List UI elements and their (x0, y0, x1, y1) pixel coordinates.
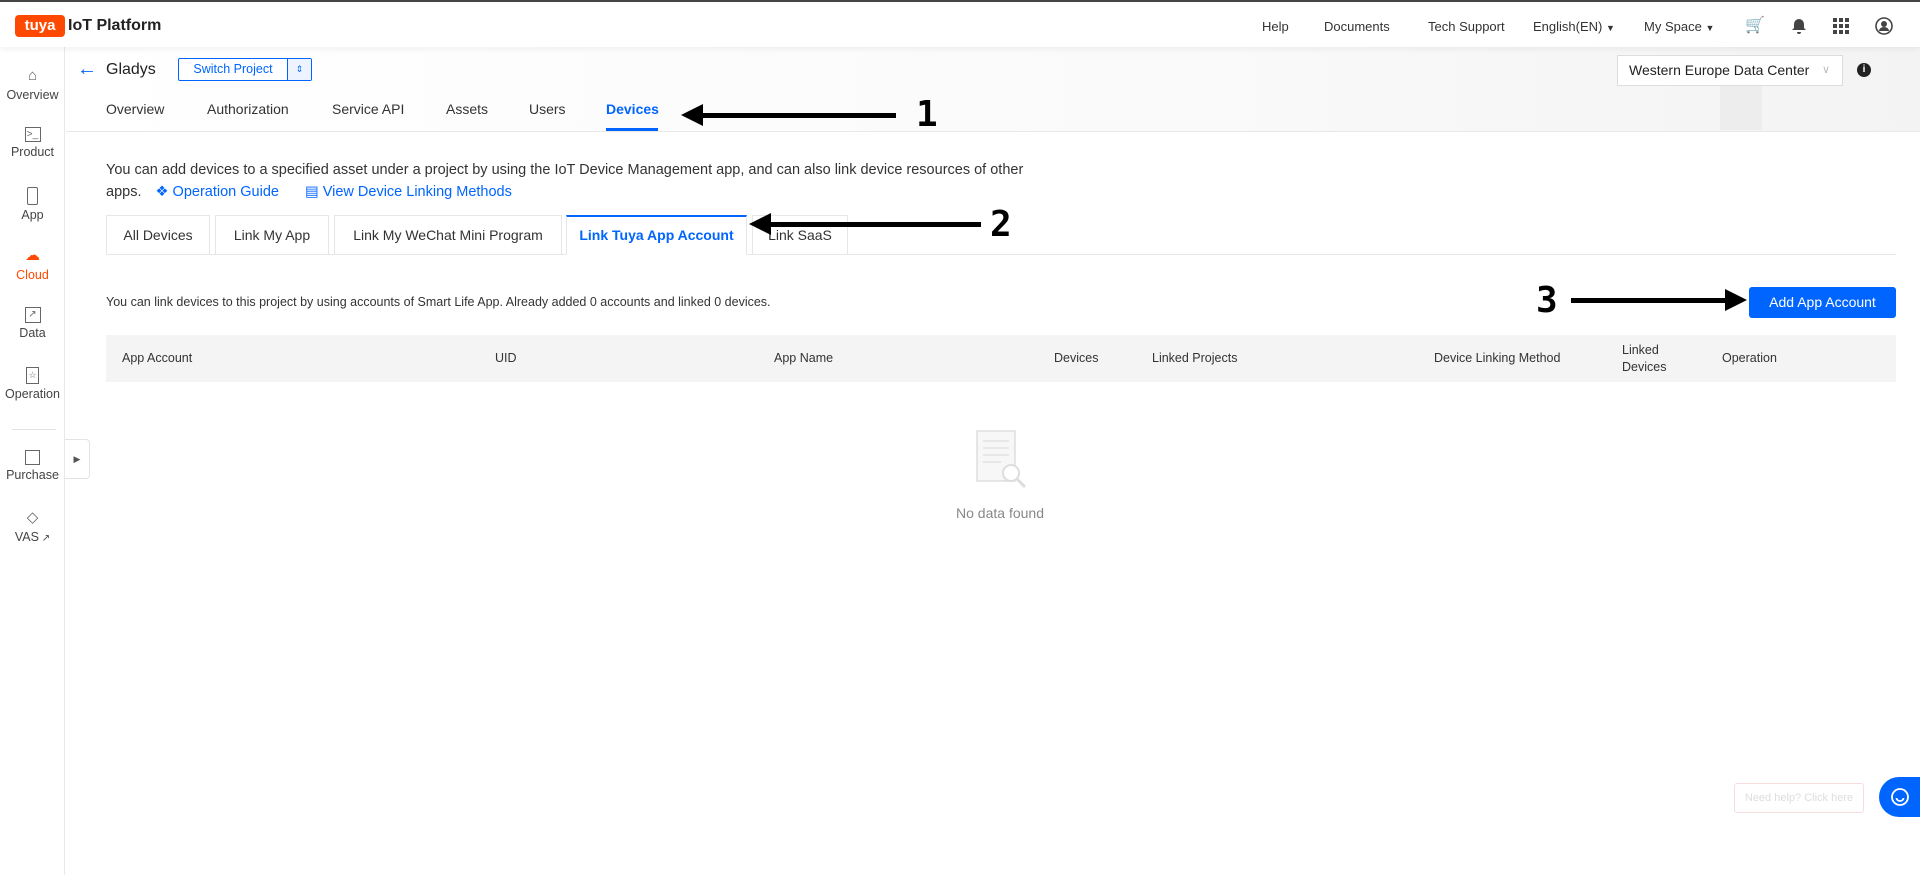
annotation-arrow-2 (749, 213, 981, 235)
sidebar-label: Data (19, 326, 46, 340)
description-line: You can add devices to a specified asset… (106, 162, 1024, 178)
chevron-down-icon: ∨ (1821, 64, 1830, 76)
sidebar-label: VAS (14, 530, 39, 544)
help-prompt[interactable]: Need help? Click here (1734, 783, 1864, 813)
column-header-app-name: App Name (774, 351, 834, 366)
sidebar-label: Cloud (16, 268, 49, 282)
tab-service-api[interactable]: Service API (332, 101, 404, 117)
annotation-number-1: 1 (916, 94, 938, 135)
annotation-number-3: 3 (1536, 280, 1558, 321)
sidebar-item-overview[interactable]: ⌂ Overview (0, 67, 65, 102)
column-header-app-account: App Account (122, 351, 193, 366)
tab-assets[interactable]: Assets (446, 101, 488, 117)
help-link[interactable]: Help (1262, 19, 1289, 34)
home-icon: ⌂ (27, 67, 38, 84)
documents-link[interactable]: Documents (1324, 19, 1390, 34)
document-icon: ▤ (304, 184, 319, 200)
tuya-logo[interactable]: tuya (15, 15, 65, 37)
top-bar: tuya IoT Platform Help Documents Tech Su… (0, 4, 1920, 47)
switch-project-label: Switch Project (193, 62, 273, 76)
link-info-text: You can link devices to this project by … (106, 295, 771, 309)
data-center-value: Western Europe Data Center (1629, 62, 1810, 78)
user-avatar-icon[interactable] (1875, 17, 1893, 35)
tech-support-link[interactable]: Tech Support (1428, 19, 1505, 34)
support-chat-button[interactable] (1879, 777, 1920, 817)
sidebar-item-data[interactable]: ↗ Data (0, 307, 65, 340)
chat-smile-icon (1890, 788, 1909, 806)
sidebar-label: Product (10, 145, 55, 159)
operation-guide-label: Operation Guide (172, 184, 279, 200)
sidebar-label: App (21, 208, 44, 222)
language-dropdown[interactable]: English(EN) ▼ (1533, 19, 1615, 34)
chart-icon: ↗ (24, 307, 41, 323)
view-linking-methods-link[interactable]: ▤ View Device Linking Methods (305, 184, 512, 200)
column-header-devices: Devices (1054, 351, 1099, 366)
data-center-select[interactable]: Western Europe Data Center ∨ (1617, 55, 1843, 86)
description-line: apps. (106, 184, 142, 200)
devices-description: You can add devices to a specified asset… (106, 159, 1046, 203)
header-decoration (1720, 85, 1762, 130)
external-link-icon: ↗ (38, 533, 51, 544)
empty-state-text: No data found (956, 505, 1044, 521)
sidebar-label: Overview (6, 88, 59, 102)
sidebar-item-cloud[interactable]: ☁ Cloud (0, 247, 65, 282)
annotation-arrow-1 (681, 104, 896, 126)
switch-project-button[interactable]: Switch Project ⇕ (178, 58, 312, 81)
sidebar-item-app[interactable]: App (0, 187, 65, 222)
my-space-dropdown[interactable]: My Space ▼ (1644, 19, 1714, 34)
tab-overview[interactable]: Overview (106, 101, 164, 117)
app-title: IoT Platform (68, 17, 162, 34)
my-space-label: My Space (1644, 19, 1702, 34)
sidebar-item-product[interactable]: >_ Product (0, 127, 65, 159)
sidebar-expand-toggle[interactable]: ▶ (65, 439, 90, 479)
terminal-icon: >_ (24, 127, 41, 142)
empty-data-icon (975, 429, 1029, 496)
project-name: Gladys (106, 61, 156, 78)
sidebar-item-purchase[interactable]: Purchase (0, 450, 65, 482)
view-linking-methods-label: View Device Linking Methods (322, 184, 512, 200)
subtab-link-tuya-app-account[interactable]: Link Tuya App Account (566, 215, 747, 255)
column-header-operation: Operation (1722, 351, 1777, 366)
tab-users[interactable]: Users (529, 101, 566, 117)
subtab-all-devices[interactable]: All Devices (106, 215, 210, 255)
tab-devices[interactable]: Devices (606, 101, 659, 117)
sidebar-item-vas[interactable]: ◇ VAS ↗ (0, 509, 65, 544)
sidebar-label: Operation (5, 387, 60, 401)
switch-chevron-icon: ⇕ (287, 59, 311, 80)
column-header-linked-devices: Linked Devices (1622, 342, 1667, 374)
annotation-number-2: 2 (990, 204, 1012, 245)
column-header-uid: UID (495, 351, 517, 366)
cloud-icon: ☁ (25, 247, 40, 264)
guide-icon: ❖ (155, 184, 169, 200)
sidebar-divider (12, 429, 56, 430)
bookmark-star-icon: ☆ (26, 367, 39, 384)
sidebar: ⌂ Overview >_ Product App ☁ Cloud ↗ Data ☆ Op… (0, 47, 65, 875)
tab-authorization[interactable]: Authorization (207, 101, 289, 117)
column-header-device-linking-method: Device Linking Method (1434, 351, 1561, 366)
column-header-linked-projects: Linked Projects (1152, 351, 1238, 366)
subtab-link-my-app[interactable]: Link My App (215, 215, 329, 255)
language-label: English(EN) (1533, 19, 1603, 34)
active-tab-indicator (606, 128, 658, 131)
cart-icon[interactable]: 🛒 (1745, 17, 1765, 35)
info-icon[interactable]: i (1857, 63, 1871, 77)
phone-icon (27, 187, 38, 205)
sidebar-label: Purchase (6, 468, 59, 482)
back-arrow-icon[interactable]: ← (77, 58, 97, 81)
annotation-arrow-3 (1571, 289, 1747, 311)
subtab-link-wechat[interactable]: Link My WeChat Mini Program (334, 215, 562, 255)
add-app-account-button[interactable]: Add App Account (1749, 287, 1896, 318)
diamond-icon: ◇ (26, 509, 39, 526)
operation-guide-link[interactable]: ❖ Operation Guide (156, 184, 279, 200)
box-icon (25, 450, 40, 465)
bell-icon[interactable] (1790, 17, 1808, 35)
sidebar-item-operation[interactable]: ☆ Operation (0, 367, 65, 401)
apps-grid-icon[interactable] (1832, 17, 1850, 35)
